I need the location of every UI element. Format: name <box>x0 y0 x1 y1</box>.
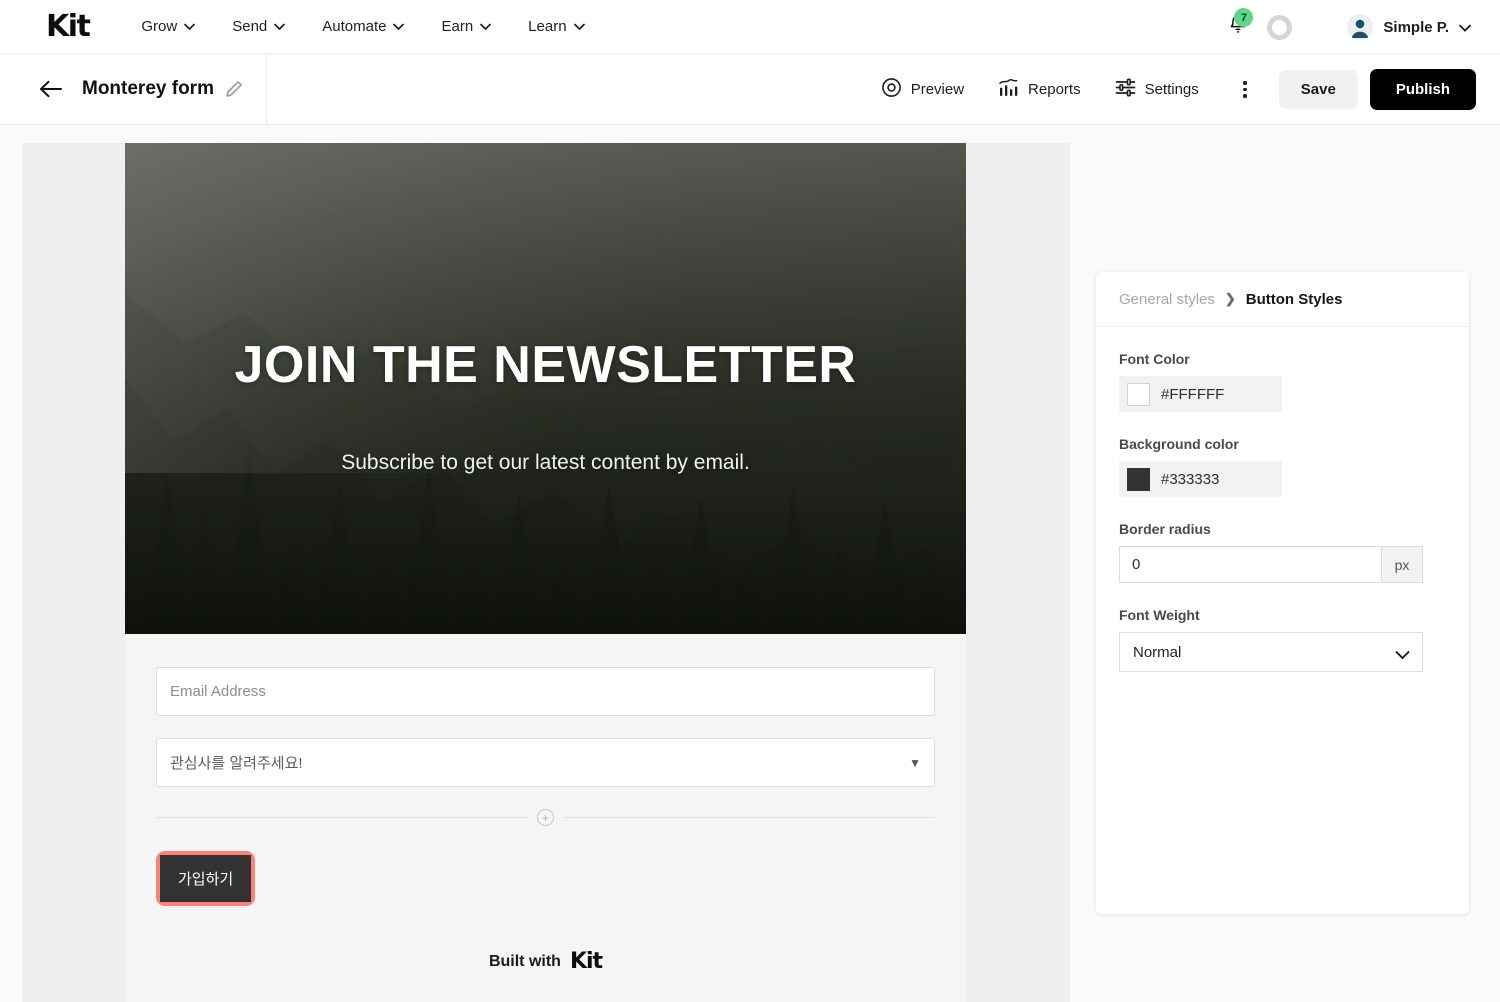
styles-panel: General styles ❯ Button Styles Font Colo… <box>1096 272 1469 914</box>
font-color-value: #FFFFFF <box>1161 385 1225 403</box>
background-color-picker[interactable]: #333333 <box>1119 461 1282 497</box>
toolbar-right: Preview Reports Settings Save Publish <box>881 54 1476 125</box>
sliders-icon <box>1115 77 1136 102</box>
styles-panel-body: Font Color #FFFFFF Background color #333… <box>1096 327 1469 672</box>
nav-label: Earn <box>441 18 474 35</box>
kebab-menu-icon[interactable] <box>1233 78 1257 102</box>
notification-count-badge: 7 <box>1234 8 1254 27</box>
save-button[interactable]: Save <box>1278 70 1358 109</box>
nav-item-send[interactable]: Send <box>232 18 286 35</box>
settings-button[interactable]: Settings <box>1115 77 1199 102</box>
chevron-down-icon <box>573 23 585 30</box>
reports-button[interactable]: Reports <box>998 77 1081 102</box>
font-weight-select[interactable]: Normal <box>1119 632 1423 672</box>
chevron-down-icon <box>1459 24 1471 32</box>
nav-item-grow[interactable]: Grow <box>141 18 196 35</box>
hero-text-block: JOIN THE NEWSLETTER Subscribe to get our… <box>125 143 966 634</box>
chevron-right-icon: ❯ <box>1224 291 1236 306</box>
interests-select-label: 관심사를 알려주세요! <box>170 755 303 772</box>
editor-main: JOIN THE NEWSLETTER Subscribe to get our… <box>0 125 1500 1002</box>
font-weight-label: Font Weight <box>1119 607 1200 623</box>
nav-item-automate[interactable]: Automate <box>322 18 405 35</box>
border-radius-input[interactable] <box>1119 546 1381 583</box>
caret-down-icon: ▼ <box>909 755 921 770</box>
progress-ring-icon[interactable] <box>1267 14 1293 40</box>
form-preview: JOIN THE NEWSLETTER Subscribe to get our… <box>125 143 966 1002</box>
border-radius-label: Border radius <box>1119 521 1211 537</box>
email-input[interactable]: Email Address <box>156 667 935 716</box>
notifications-button[interactable]: 7 <box>1223 8 1254 42</box>
user-menu[interactable]: Simple P. <box>1347 14 1471 40</box>
top-nav-right: 7 Simple P. <box>1223 0 1471 54</box>
breadcrumb-current: Button Styles <box>1245 290 1343 308</box>
background-color-label: Background color <box>1119 436 1239 452</box>
reports-label: Reports <box>1028 81 1081 98</box>
bar-chart-icon <box>998 77 1019 102</box>
preview-label: Preview <box>910 81 965 98</box>
editor-toolbar: Monterey form Preview Reports Settings S… <box>0 53 1500 125</box>
form-fields: Email Address 관심사를 알려주세요! ▼ + 가입하기 Built… <box>125 634 966 974</box>
form-subheadline: Subscribe to get our latest content by e… <box>341 450 750 474</box>
nav-label: Automate <box>322 18 387 35</box>
add-block-divider: + <box>156 809 935 826</box>
toolbar-left: Monterey form <box>0 53 267 125</box>
chevron-down-icon <box>393 23 405 30</box>
built-with-kit-footer: Built with Kit <box>156 949 935 974</box>
eye-icon <box>881 77 902 102</box>
user-name-label: Simple P. <box>1383 18 1449 36</box>
font-color-picker[interactable]: #FFFFFF <box>1119 376 1282 412</box>
top-navigation-bar: Kit Grow Send Automate Earn Learn 7 Simp… <box>0 0 1500 54</box>
divider-line-left <box>156 817 528 818</box>
primary-nav: Grow Send Automate Earn Learn <box>141 18 585 35</box>
avatar-icon <box>1347 14 1374 40</box>
publish-button[interactable]: Publish <box>1369 69 1476 110</box>
submit-button[interactable]: 가입하기 <box>160 855 252 902</box>
pencil-icon[interactable] <box>225 80 243 98</box>
font-color-label: Font Color <box>1119 351 1190 367</box>
form-hero-section[interactable]: JOIN THE NEWSLETTER Subscribe to get our… <box>125 143 966 634</box>
font-color-swatch <box>1127 382 1150 406</box>
kit-logo-footer: Kit <box>569 949 603 974</box>
breadcrumb-general-styles[interactable]: General styles <box>1119 291 1215 308</box>
nav-label: Send <box>232 18 268 35</box>
kit-logo[interactable]: Kit <box>46 9 91 44</box>
form-title: Monterey form <box>82 78 214 99</box>
submit-button-selection: 가입하기 <box>156 851 256 906</box>
form-canvas: JOIN THE NEWSLETTER Subscribe to get our… <box>22 143 1070 1002</box>
border-radius-unit: px <box>1381 546 1423 583</box>
background-color-value: #333333 <box>1161 470 1220 488</box>
nav-label: Grow <box>141 18 178 35</box>
nav-label: Learn <box>528 18 567 35</box>
chevron-down-icon <box>184 23 196 30</box>
built-with-label: Built with <box>488 952 561 970</box>
nav-item-earn[interactable]: Earn <box>441 18 492 35</box>
border-radius-control: px <box>1119 546 1423 583</box>
chevron-down-icon <box>480 23 492 30</box>
chevron-down-icon <box>274 23 286 30</box>
form-headline: JOIN THE NEWSLETTER <box>234 335 857 394</box>
plus-circle-icon[interactable]: + <box>537 809 554 826</box>
divider-line-right <box>563 817 935 818</box>
nav-item-learn[interactable]: Learn <box>528 18 585 35</box>
font-weight-control: Normal <box>1119 632 1423 672</box>
preview-button[interactable]: Preview <box>881 77 964 102</box>
interests-select[interactable]: 관심사를 알려주세요! ▼ <box>156 738 935 787</box>
back-button[interactable] <box>38 76 64 102</box>
settings-label: Settings <box>1144 81 1199 98</box>
background-color-swatch <box>1127 467 1150 491</box>
breadcrumb: General styles ❯ Button Styles <box>1096 272 1469 327</box>
